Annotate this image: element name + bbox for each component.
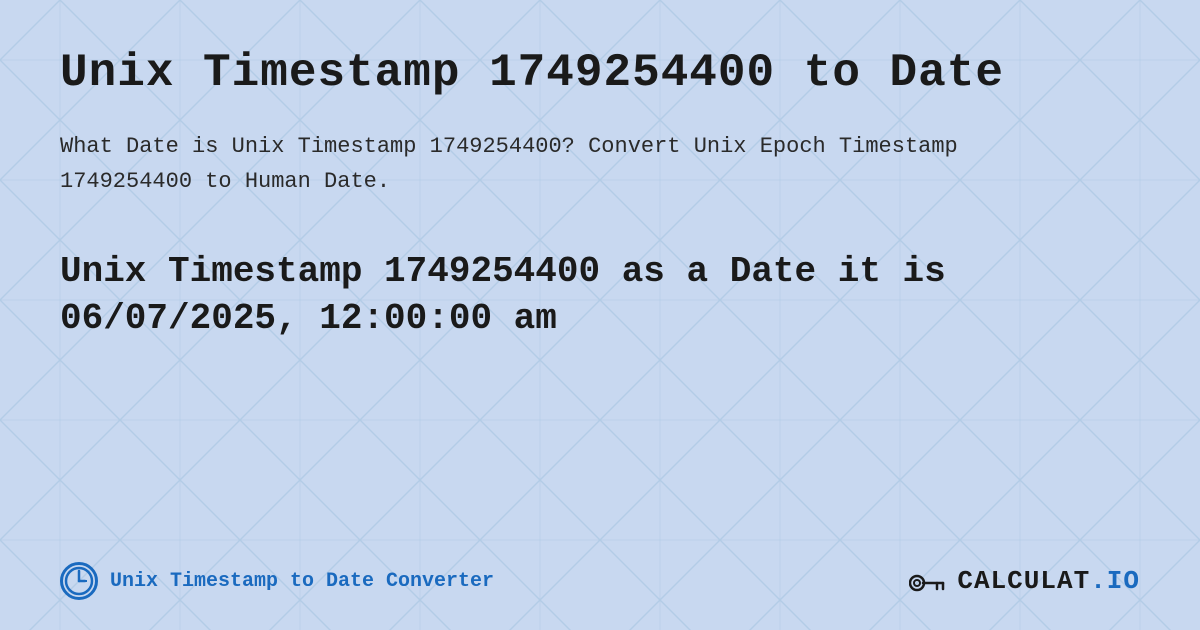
result-line1: Unix Timestamp 1749254400 as a Date it i… — [60, 251, 946, 292]
logo-text: CALCULAT.IO — [957, 566, 1140, 596]
logo-icon — [909, 565, 949, 597]
logo: CALCULAT.IO — [909, 565, 1140, 597]
footer-link-text: Unix Timestamp to Date Converter — [110, 570, 494, 593]
footer-link[interactable]: Unix Timestamp to Date Converter — [60, 562, 494, 600]
result-display: Unix Timestamp 1749254400 as a Date it i… — [60, 249, 1140, 343]
page-description: What Date is Unix Timestamp 1749254400? … — [60, 129, 960, 199]
clock-icon — [60, 562, 98, 600]
result-line2: 06/07/2025, 12:00:00 am — [60, 298, 557, 339]
page-title: Unix Timestamp 1749254400 to Date — [60, 48, 1140, 99]
